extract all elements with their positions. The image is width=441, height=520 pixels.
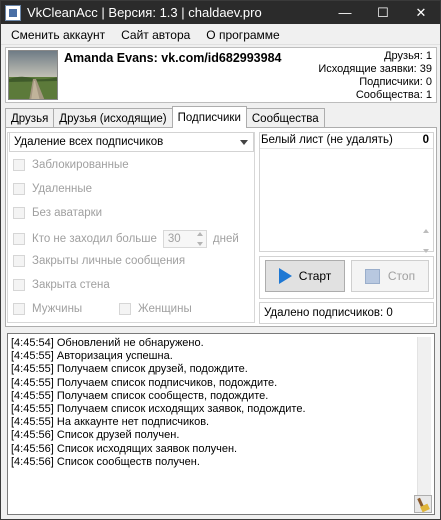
option-deleted[interactable]: Удаленные (13, 183, 92, 195)
stop-icon (364, 268, 380, 284)
days-value: 30 (167, 233, 181, 245)
whitelist-label: Белый лист (не удалять) (261, 134, 393, 146)
log-line: [4:45:55] Получаем список сообществ, под… (11, 389, 269, 402)
menu-author-site[interactable]: Сайт автора (113, 28, 198, 42)
option-label: Заблокированные (32, 159, 129, 171)
maximize-button[interactable]: ☐ (364, 1, 402, 24)
tab-strip: Друзья Друзья (исходящие) Подписчики Соо… (5, 106, 325, 128)
title-bar: VkCleanAcc | Версия: 1.3 | chaldaev.pro … (1, 1, 440, 24)
play-icon (278, 268, 292, 284)
checkbox[interactable] (119, 303, 131, 315)
log-scrollbar[interactable] (417, 337, 431, 511)
checkbox[interactable] (13, 303, 25, 315)
avatar (8, 50, 58, 100)
option-women[interactable]: Женщины (119, 303, 192, 315)
menu-about[interactable]: О программе (198, 28, 287, 42)
menu-bar: Сменить аккаунт Сайт автора О программе (1, 25, 440, 45)
checkbox[interactable] (13, 279, 25, 291)
option-no-avatar[interactable]: Без аватарки (13, 207, 102, 219)
option-blocked[interactable]: Заблокированные (13, 159, 129, 171)
stat-outgoing-requests: Исходящие заявки: 39 (318, 63, 432, 75)
log-line: [4:45:56] Список друзей получен. (11, 429, 180, 442)
checkbox[interactable] (13, 233, 25, 245)
whitelist-list[interactable] (260, 148, 433, 253)
whitelist-header: Белый лист (не удалять) 0 (261, 134, 432, 146)
checkbox[interactable] (13, 159, 25, 171)
profile-name: Amanda Evans: vk.com/id682993984 (64, 51, 282, 65)
deleted-count-status: Удалено подписчиков: 0 (259, 302, 434, 324)
log-line: [4:45:55] На аккаунте нет подписчиков. (11, 416, 210, 429)
option-label: Закрыты личные сообщения (32, 255, 186, 267)
stat-friends: Друзья: 1 (384, 50, 432, 62)
option-label: Мужчины (32, 303, 83, 315)
whitelist-count: 0 (422, 134, 429, 146)
tab-friends-outgoing[interactable]: Друзья (исходящие) (53, 108, 173, 128)
profile-panel: Amanda Evans: vk.com/id682993984 Друзья:… (5, 47, 437, 103)
days-unit: дней (212, 233, 239, 245)
log-lines: [4:45:54] Обновлений не обнаружено. [4:4… (11, 337, 306, 469)
scroll-arrows-icon[interactable] (421, 229, 431, 253)
tab-friends[interactable]: Друзья (5, 108, 55, 128)
stat-subscribers: Подписчики: 0 (359, 76, 432, 88)
log-line: [4:45:55] Получаем список исходящих заяв… (11, 403, 306, 416)
log-line: [4:45:55] Авторизация успешна. (11, 350, 173, 363)
start-label: Старт (298, 269, 332, 283)
log-line: [4:45:56] Список сообществ получен. (11, 455, 200, 468)
log-line: [4:45:55] Получаем список подписчиков, п… (11, 376, 278, 389)
option-not-visited[interactable]: Кто не заходил больше 30 дней (13, 230, 239, 248)
option-men[interactable]: Мужчины (13, 303, 82, 315)
app-icon (5, 4, 21, 21)
option-label: Кто не заходил больше (32, 233, 157, 245)
checkbox[interactable] (13, 183, 25, 195)
tab-communities[interactable]: Сообщества (245, 108, 325, 128)
menu-change-account[interactable]: Сменить аккаунт (1, 28, 113, 42)
log-line: [4:45:56] Список исходящих заявок получе… (11, 442, 238, 455)
close-button[interactable]: ✕ (402, 1, 440, 24)
option-label: Без аватарки (32, 207, 103, 219)
checkbox[interactable] (13, 255, 25, 267)
start-button[interactable]: Старт (265, 260, 345, 292)
days-stepper[interactable]: 30 (162, 230, 207, 248)
option-label: Закрыта стена (32, 279, 110, 291)
tab-subscribers[interactable]: Подписчики (171, 106, 247, 128)
broom-icon[interactable] (414, 495, 432, 513)
option-label: Удаленные (32, 183, 92, 195)
stat-communities: Сообщества: 1 (355, 89, 432, 101)
stop-label: Стоп (387, 269, 416, 283)
mode-select-value: Удаление всех подписчиков (14, 136, 164, 148)
app-window: VkCleanAcc | Версия: 1.3 | chaldaev.pro … (0, 0, 441, 520)
checkbox[interactable] (13, 207, 25, 219)
log-line: [4:45:54] Обновлений не обнаружено. (11, 337, 204, 349)
mode-select[interactable]: Удаление всех подписчиков (9, 132, 254, 152)
log-line: [4:45:55] Получаем список друзей, подожд… (11, 363, 248, 376)
option-closed-wall[interactable]: Закрыта стена (13, 279, 110, 291)
chevron-down-icon (240, 139, 248, 145)
minimize-button[interactable]: — (326, 1, 364, 24)
profile-stats: Друзья: 1 Исходящие заявки: 39 Подписчик… (318, 50, 432, 102)
option-closed-messages[interactable]: Закрыты личные сообщения (13, 255, 185, 267)
stop-button[interactable]: Стоп (351, 260, 429, 292)
option-label: Женщины (138, 303, 192, 315)
spin-arrows-icon[interactable] (195, 232, 205, 246)
window-title: VkCleanAcc | Версия: 1.3 | chaldaev.pro (27, 5, 262, 20)
